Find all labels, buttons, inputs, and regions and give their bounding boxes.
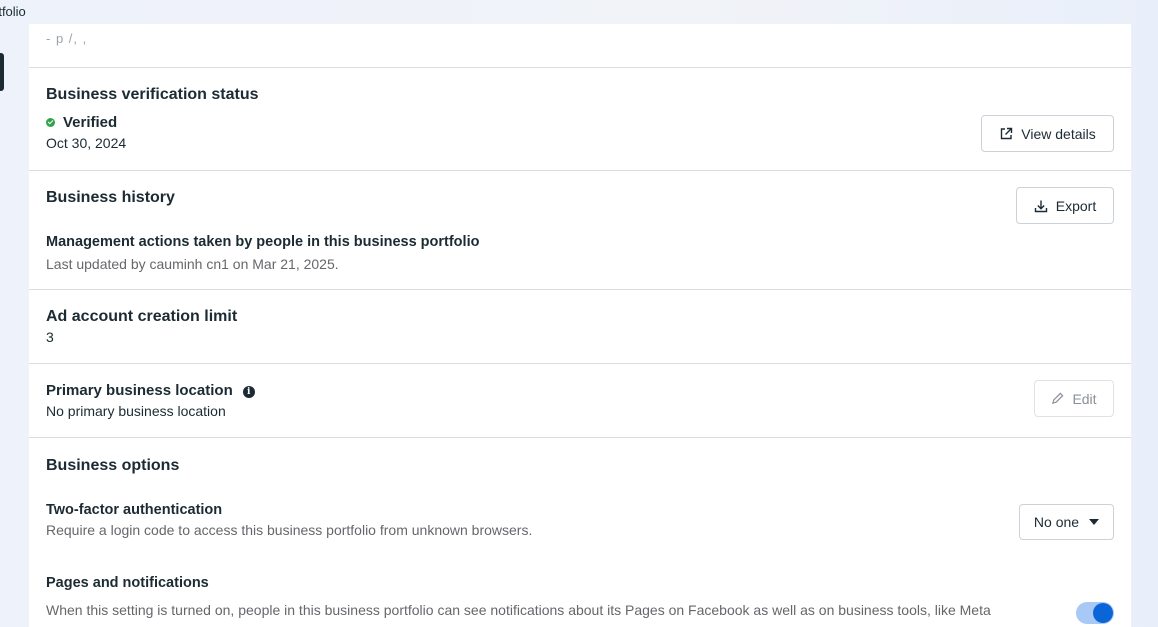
pencil-icon: [1052, 392, 1064, 405]
business-info-card: - p /, , Business verification status Ve…: [29, 24, 1131, 627]
export-button[interactable]: Export: [1016, 187, 1114, 224]
ad-limit-heading: Ad account creation limit: [46, 308, 238, 325]
view-details-button[interactable]: View details: [981, 115, 1114, 152]
divider: [29, 289, 1131, 290]
info-icon[interactable]: i: [242, 386, 255, 398]
location-heading-label: Primary business location: [46, 382, 233, 399]
window-title: rtfolio: [0, 4, 26, 19]
divider: [29, 67, 1131, 68]
two-factor-description: Require a login code to access this busi…: [46, 522, 533, 538]
caret-down-icon: [1089, 519, 1100, 525]
pages-notifications-toggle[interactable]: [1076, 602, 1114, 624]
history-subheading: Management actions taken by people in th…: [46, 234, 480, 250]
ad-limit-value: 3: [46, 329, 54, 345]
divider: [29, 363, 1131, 364]
pages-notifications-description: When this setting is turned on, people i…: [46, 602, 991, 618]
verification-status-label: Verified: [63, 114, 118, 131]
external-link-icon: [1001, 127, 1013, 139]
two-factor-selected: No one: [1033, 514, 1080, 530]
window-title-bar: rtfolio: [0, 0, 1158, 24]
verification-date: Oct 30, 2024: [46, 135, 127, 151]
download-icon: [1034, 200, 1047, 212]
location-heading: Primary business location i: [46, 382, 255, 399]
divider: [29, 437, 1131, 438]
two-factor-select[interactable]: No one: [1019, 504, 1114, 540]
edit-button[interactable]: Edit: [1034, 380, 1114, 417]
location-value: No primary business location: [46, 403, 226, 419]
check-circle-icon: [46, 118, 55, 127]
verification-heading: Business verification status: [46, 86, 259, 103]
divider: [29, 170, 1131, 171]
toggle-knob: [1093, 603, 1113, 623]
edit-label: Edit: [1072, 390, 1097, 407]
history-heading: Business history: [46, 189, 175, 206]
options-heading: Business options: [46, 457, 180, 474]
export-label: Export: [1055, 197, 1097, 214]
pages-notifications-heading: Pages and notifications: [46, 575, 209, 591]
sidebar-active-indicator[interactable]: [0, 53, 4, 91]
truncated-text: - p /, ,: [46, 31, 88, 46]
view-details-label: View details: [1021, 125, 1096, 142]
history-updated: Last updated by cauminh cn1 on Mar 21, 2…: [46, 256, 339, 272]
verification-status: Verified: [46, 114, 117, 131]
two-factor-heading: Two-factor authentication: [46, 502, 223, 518]
